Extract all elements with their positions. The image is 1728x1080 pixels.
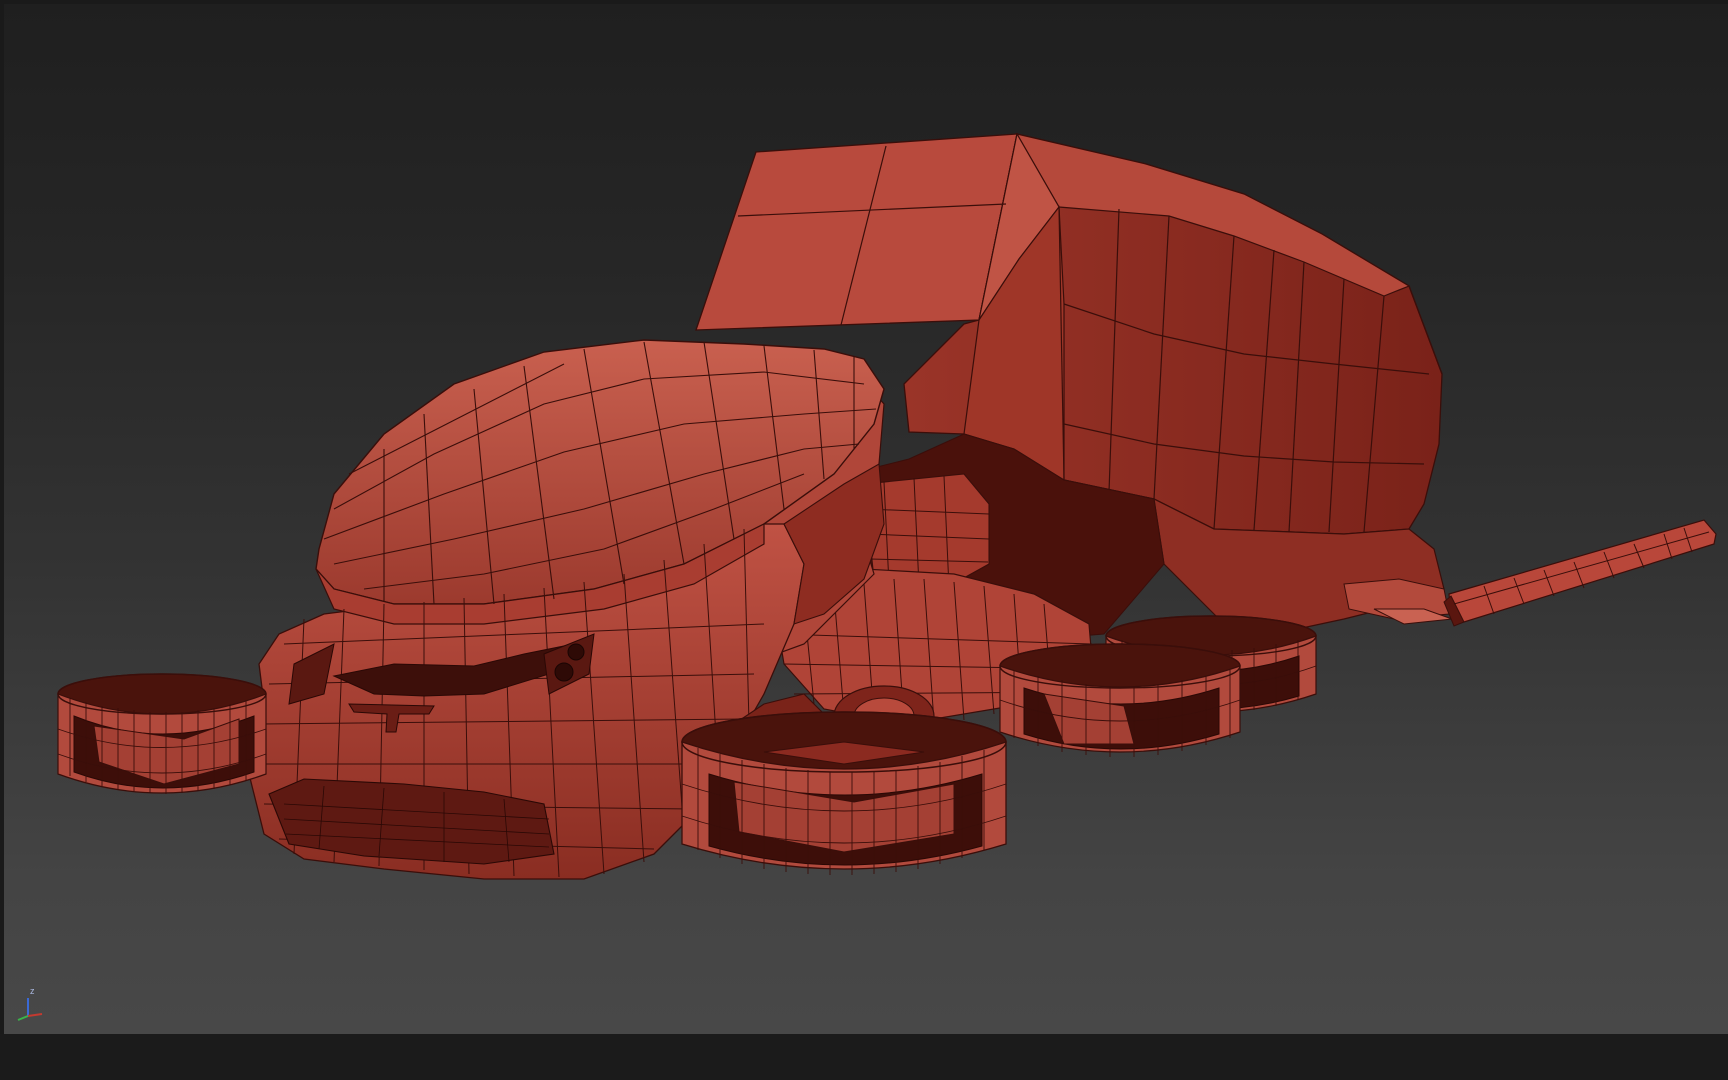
tail-boom xyxy=(1443,519,1717,627)
viewport-frame-bottom xyxy=(0,1034,1728,1080)
rotor-duct-front-right xyxy=(681,711,1007,875)
3d-viewport[interactable]: z xyxy=(4,4,1728,1034)
rotor-duct-front-left xyxy=(57,673,267,794)
rotor-duct-middle-right xyxy=(999,643,1241,757)
z-axis-label: z xyxy=(30,986,35,996)
cargo-pod-front-face xyxy=(695,133,1018,331)
xyz-axis-gizmo-icon: z xyxy=(12,986,52,1026)
vehicle-model xyxy=(57,132,1717,880)
